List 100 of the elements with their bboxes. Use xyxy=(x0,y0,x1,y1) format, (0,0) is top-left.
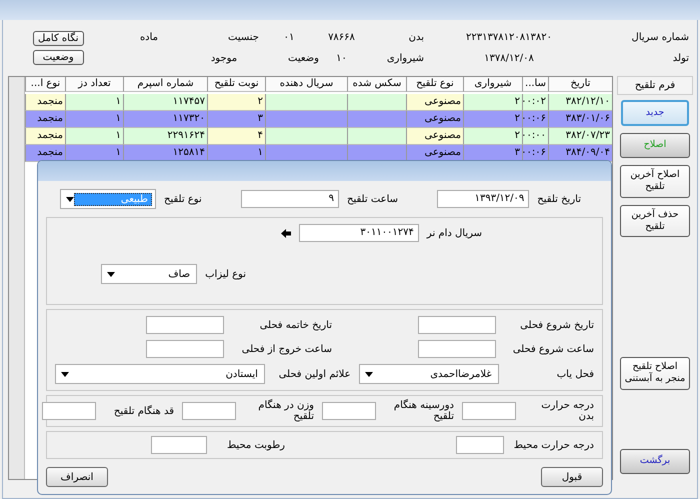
table-cell: ۰۰:۰۰ xyxy=(522,128,548,145)
info-value: ۱۳۷۸/۱۲/۰۸ xyxy=(483,53,535,64)
cancel-button[interactable]: انصراف xyxy=(46,467,108,487)
column-header[interactable]: تاریخ xyxy=(548,77,612,92)
table-cell: منجمد xyxy=(25,128,65,145)
column-header[interactable]: نوع ا... xyxy=(25,77,65,92)
table-cell: ۲ xyxy=(463,111,522,128)
side-button[interactable]: برگشت xyxy=(620,449,690,474)
field-label: فحل یاب xyxy=(556,368,594,380)
side-button[interactable]: حذف آخرین تلقیح xyxy=(620,204,690,238)
table-cell: ۱۱۷۴۵۷ xyxy=(123,94,207,111)
field-label: تاریخ تلقیح xyxy=(537,194,581,204)
caret-icon[interactable] xyxy=(60,372,69,376)
dropdown[interactable]: ایستادن xyxy=(54,364,265,384)
panel-title: فرم تلقیح xyxy=(617,76,693,95)
field-label: سریال دام نر xyxy=(426,228,482,238)
info-label: تولد xyxy=(672,53,689,64)
header-button[interactable]: وضعیت xyxy=(33,50,84,65)
ok-button[interactable]: قبول xyxy=(541,467,603,487)
input-field[interactable] xyxy=(456,436,504,454)
input-field[interactable]: ۹ xyxy=(241,190,340,208)
table-cell: ۳۸۳/۰۱/۰۶ xyxy=(548,111,612,128)
input-field[interactable] xyxy=(322,402,376,420)
table-cell: منجمد xyxy=(25,94,65,111)
header-button[interactable]: نگاه کامل xyxy=(33,31,84,46)
field-label: ساعت خروج از فحلی xyxy=(240,344,332,354)
table-cell: ۳ xyxy=(207,111,265,128)
table-cell: ۲ xyxy=(207,94,265,111)
field-label: وزن در هنگام تلقیح xyxy=(257,400,314,422)
input-field[interactable] xyxy=(418,340,496,358)
table-cell: ۲ xyxy=(463,128,522,145)
table-cell: مصنوعی xyxy=(406,111,463,128)
table-cell: ۲۲۹۱۶۲۴ xyxy=(123,128,207,145)
table-cell xyxy=(347,128,406,145)
table-cell: منجمد xyxy=(25,111,65,128)
caret-icon[interactable] xyxy=(66,196,74,202)
field-label: تاریخ شروع فحلی xyxy=(519,320,594,330)
info-label: شیرواری xyxy=(386,53,424,64)
column-header[interactable]: سا... xyxy=(522,77,548,92)
info-value: ۰۱ xyxy=(282,32,296,43)
table-cell: ۳۸۲/۱۲/۱۰ xyxy=(548,94,612,111)
column-header[interactable]: سریال دهنده xyxy=(265,77,347,92)
table-cell xyxy=(347,111,406,128)
table-cell: ۱ xyxy=(65,111,123,128)
field-label: قد هنگام تلقیح xyxy=(112,406,174,416)
field-label: دورسینه هنگام تلقیح xyxy=(392,400,454,422)
column-header[interactable]: شیرواری xyxy=(463,77,522,92)
table-cell: ۱۱۷۳۲۰ xyxy=(123,111,207,128)
table-cell: ۴ xyxy=(207,128,265,145)
column-header[interactable]: سکس شده xyxy=(347,77,406,92)
table-cell: ۱ xyxy=(65,94,123,111)
table-cell: مصنوعی xyxy=(406,94,463,111)
field-label: علائم اولین فحلی xyxy=(278,368,351,380)
field-label: نوع لیزاب xyxy=(205,268,246,280)
field-label: تاریخ خاتمه فحلی xyxy=(258,320,332,330)
info-value: ۷۸۶۶۸ xyxy=(327,32,356,43)
input-field[interactable] xyxy=(418,316,496,334)
info-value: ماده xyxy=(138,32,160,43)
input-field[interactable] xyxy=(182,402,236,420)
column-header[interactable]: نوبت تلقیح xyxy=(207,77,265,92)
field-label: ساعت شروع فحلی xyxy=(512,344,594,354)
arrow-icon[interactable] xyxy=(280,228,291,238)
info-value: موجود xyxy=(210,53,238,64)
column-header[interactable]: تعداد دز xyxy=(65,77,123,92)
dropdown[interactable]: غلامرضااحمدی xyxy=(358,364,499,384)
input-field[interactable] xyxy=(146,316,224,334)
info-label: شماره سریال xyxy=(630,32,689,43)
table-cell: منجمد xyxy=(25,145,65,162)
table-cell: ۱ xyxy=(65,128,123,145)
caret-icon[interactable] xyxy=(364,372,373,376)
column-header[interactable]: شماره اسپرم xyxy=(123,77,207,92)
scrollbar[interactable] xyxy=(9,77,25,479)
info-value: ۲۲۳۱۳۷۸۱۲۰۸۱۳۸۲۰ xyxy=(465,32,553,43)
info-label: جنسیت xyxy=(227,32,259,43)
table-cell: ۰۰:۰۶ xyxy=(522,111,548,128)
side-button[interactable]: جدید xyxy=(621,100,689,126)
input-field[interactable] xyxy=(42,402,96,420)
input-field[interactable] xyxy=(462,402,516,420)
input-field[interactable]: ۱۳۹۳/۱۲/۰۹ xyxy=(437,190,530,208)
input-field[interactable] xyxy=(146,340,224,358)
table-cell xyxy=(347,94,406,111)
input-field[interactable] xyxy=(151,436,207,454)
side-button[interactable]: اصلاح آخرین تلقیح xyxy=(620,165,690,198)
dropdown[interactable]: صاف xyxy=(101,264,198,284)
input-field[interactable]: ۳۰۱۱۰۰۱۲۷۴ xyxy=(298,224,419,242)
column-header[interactable]: نوع تلقیح xyxy=(406,77,463,92)
table-cell: مصنوعی xyxy=(406,128,463,145)
field-label: ساعت تلقیح xyxy=(347,194,398,204)
table-cell: ۳۸۲/۰۷/۲۳ xyxy=(548,128,612,145)
side-button[interactable]: اصلاح تلقیح منجر به آبستنی xyxy=(620,356,690,390)
info-label: وضعیت xyxy=(287,53,319,64)
field-label: رطوبت محیط xyxy=(226,440,285,450)
table-cell: ۰۰:۰۲ xyxy=(522,94,548,111)
field-label: درجه حرارت بدن xyxy=(540,400,594,422)
table-cell: ۲ xyxy=(463,94,522,111)
info-label: بدن xyxy=(408,32,424,43)
field-label: درجه حرارت محیط xyxy=(512,440,594,450)
field-label: نوع تلقیح xyxy=(164,194,202,204)
info-value: ۱۰ xyxy=(335,53,348,64)
caret-icon[interactable] xyxy=(107,272,116,276)
